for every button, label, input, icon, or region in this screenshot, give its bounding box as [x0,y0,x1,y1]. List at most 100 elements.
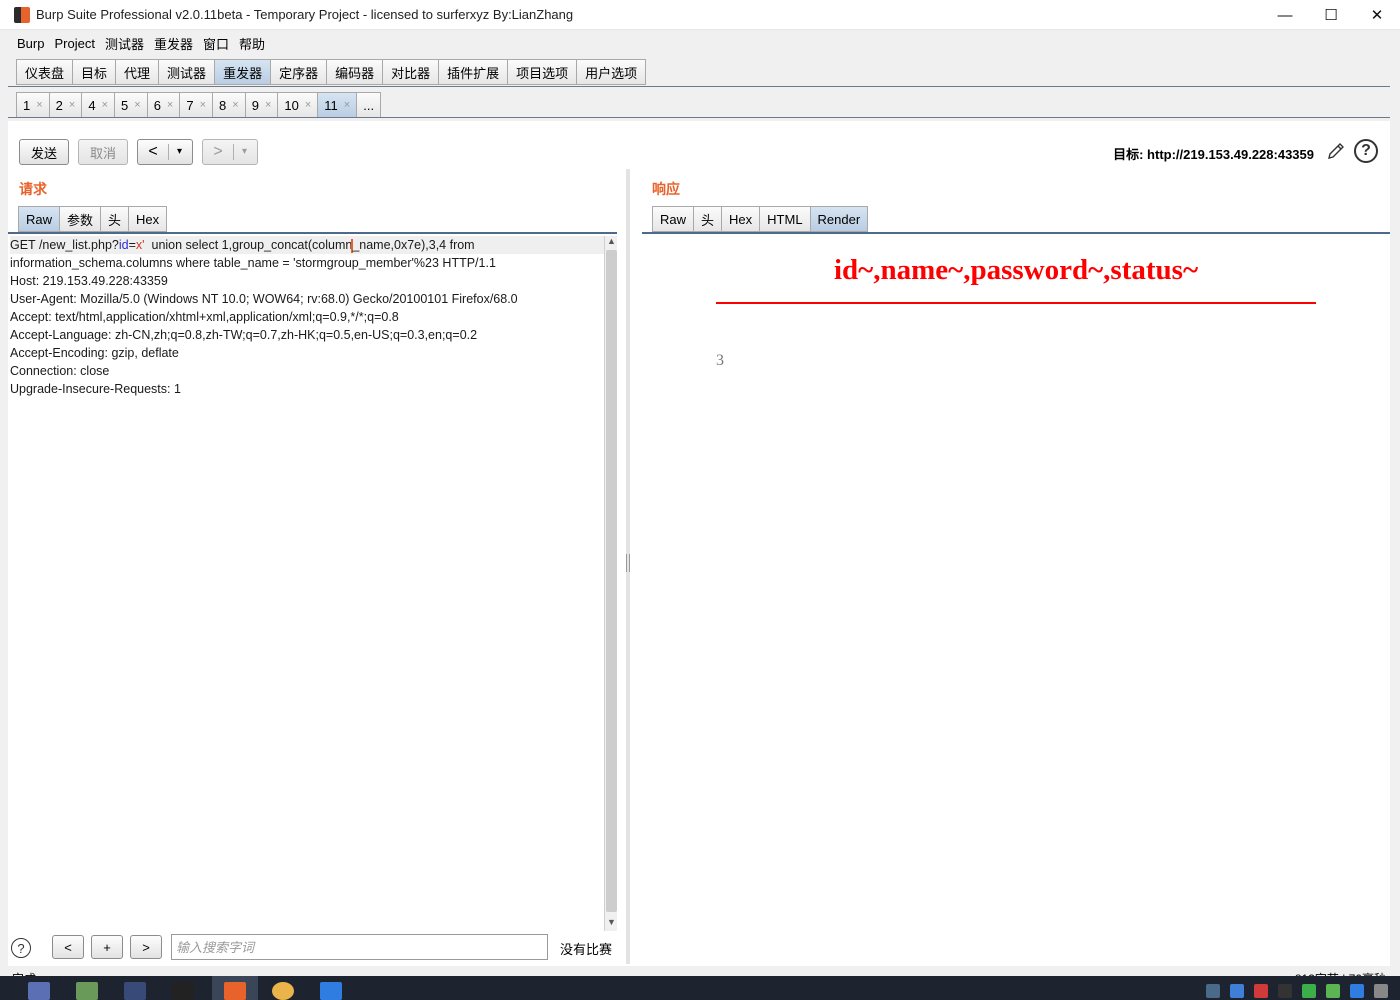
tab-close-icon[interactable]: × [36,99,42,111]
tray-network-icon[interactable] [1206,984,1220,998]
phpstudy-icon[interactable] [124,982,146,1000]
menu-intruder[interactable]: 测试器 [100,34,149,53]
repeater-tab-7[interactable]: 7 × [179,92,213,118]
response-tab-render[interactable]: Render [809,206,869,232]
request-line: GET /new_list.php?id=x' union select 1,g… [10,236,604,254]
search-help-icon[interactable]: ? [11,938,31,958]
repeater-tab-label: 4 [88,97,96,113]
tab-extender[interactable]: 插件扩展 [438,59,508,85]
tab-close-icon[interactable]: × [200,99,206,111]
history-back-button[interactable]: < ▾ [137,139,193,165]
tab-comparer[interactable]: 对比器 [382,59,439,85]
menu-project[interactable]: Project [49,36,99,51]
repeater-tab-11[interactable]: 11 × [317,92,357,118]
chevron-down-icon[interactable]: ▾ [168,144,190,160]
pencil-icon[interactable] [1326,141,1346,161]
notepad-icon[interactable] [76,982,98,1000]
request-scrollbar[interactable]: ▲ ▼ [604,236,617,931]
response-tab-hex[interactable]: Hex [721,206,760,232]
burp-taskbar-icon[interactable] [224,982,246,1000]
request-tab-headers[interactable]: 头 [100,206,129,232]
tray-volume-icon[interactable] [1374,984,1388,998]
tab-dashboard[interactable]: 仪表盘 [16,59,73,85]
title-bar: Burp Suite Professional v2.0.11beta - Te… [0,0,1400,30]
request-pane-title: 请求 [19,181,47,197]
request-tab-params[interactable]: 参数 [59,206,101,232]
tab-project-options[interactable]: 项目选项 [507,59,577,85]
history-forward-button[interactable]: > ▾ [202,139,258,165]
tray-app-icon[interactable] [1230,984,1244,998]
tab-close-icon[interactable]: × [102,99,108,111]
cancel-button[interactable]: 取消 [78,139,128,165]
terminal-icon[interactable] [172,982,194,1000]
minimize-button[interactable]: — [1262,0,1308,30]
repeater-tab-label: 5 [121,97,129,113]
tab-close-icon[interactable]: × [167,99,173,111]
response-tab-raw[interactable]: Raw [652,206,694,232]
request-editor[interactable]: GET /new_list.php?id=x' union select 1,g… [8,236,604,931]
search-next-button[interactable]: > [130,935,162,959]
scrollbar-thumb[interactable] [606,250,617,912]
repeater-tab-4[interactable]: 4 × [81,92,115,118]
chevron-down-icon[interactable]: ▾ [233,144,255,160]
help-icon[interactable]: ? [1354,139,1378,163]
request-tab-raw[interactable]: Raw [18,206,60,232]
wps-icon[interactable] [320,982,342,1000]
repeater-tab-label: 10 [284,97,299,113]
tray-music-icon[interactable] [1254,984,1268,998]
response-tab-headers[interactable]: 头 [693,206,722,232]
scroll-up-icon[interactable]: ▲ [605,236,618,250]
browser-icon[interactable] [272,982,294,1000]
repeater-tab-label: 9 [251,97,259,113]
tray-wechat-icon[interactable] [1326,984,1340,998]
tab-intruder[interactable]: 测试器 [158,59,215,85]
search-input[interactable] [171,934,548,960]
tab-decoder[interactable]: 编码器 [326,59,383,85]
tab-proxy[interactable]: 代理 [115,59,159,85]
repeater-tab-label: 1 [23,97,31,113]
repeater-content: 发送 取消 < ▾ > ▾ 目标: http://219.153.49.228:… [8,121,1390,966]
chevron-left-icon: < [148,143,158,160]
tab-close-icon[interactable]: × [344,99,350,111]
tab-close-icon[interactable]: × [69,99,75,111]
sub-tabs-divider [8,117,1390,118]
tab-close-icon[interactable]: × [232,99,238,111]
repeater-tab-label: 2 [55,97,63,113]
menu-burp[interactable]: Burp [12,36,49,51]
repeater-tab-5[interactable]: 5 × [114,92,147,118]
scroll-down-icon[interactable]: ▼ [605,917,618,931]
pane-splitter[interactable] [626,169,630,964]
tab-target[interactable]: 目标 [72,59,116,85]
close-button[interactable]: ✕ [1354,0,1400,30]
response-tab-html[interactable]: HTML [759,206,810,232]
menu-help[interactable]: 帮助 [234,34,270,53]
tab-close-icon[interactable]: × [265,99,271,111]
tab-close-icon[interactable]: × [134,99,140,111]
search-result-label: 没有比赛 [560,942,613,957]
search-options-button[interactable]: + [91,935,123,959]
repeater-tab-9[interactable]: 9 × [244,92,278,118]
param-value: x' [135,238,145,252]
splitter-grip[interactable] [626,554,630,572]
request-tab-hex[interactable]: Hex [128,206,168,232]
repeater-tab-10[interactable]: 10 × [277,92,318,118]
menu-window[interactable]: 窗口 [198,34,234,53]
tray-qq-icon[interactable] [1278,984,1292,998]
maximize-button[interactable]: ☐ [1308,0,1354,30]
tab-repeater[interactable]: 重发器 [214,59,271,85]
search-prev-button[interactable]: < [52,935,84,959]
tray-security-icon[interactable] [1350,984,1364,998]
winrar-icon[interactable] [28,982,50,1000]
repeater-tab-6[interactable]: 6 × [146,92,180,118]
tab-close-icon[interactable]: × [305,99,311,111]
tray-media-icon[interactable] [1302,984,1316,998]
repeater-tab-2[interactable]: 2 × [48,92,82,118]
tab-user-options[interactable]: 用户选项 [576,59,647,85]
response-pane-title: 响应 [652,181,680,197]
menu-repeater[interactable]: 重发器 [149,34,198,53]
tab-sequencer[interactable]: 定序器 [270,59,327,85]
repeater-tab-8[interactable]: 8 × [212,92,245,118]
repeater-tab-1[interactable]: 1 × [16,92,49,118]
send-button[interactable]: 发送 [19,139,69,165]
repeater-tab-more[interactable]: ... [356,92,382,118]
